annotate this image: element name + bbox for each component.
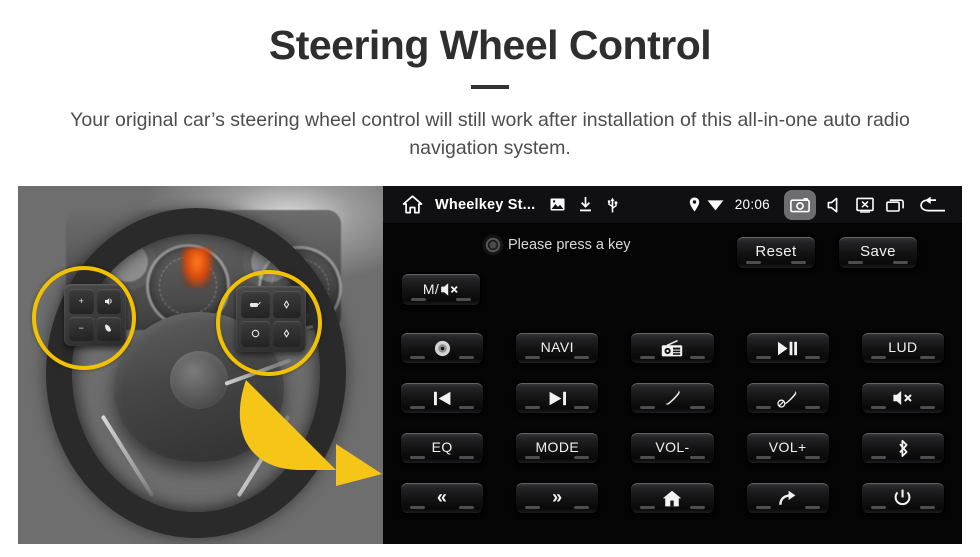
navi-key[interactable]: NAVI bbox=[515, 332, 600, 364]
navi-label: NAVI bbox=[540, 339, 574, 355]
next-key[interactable] bbox=[515, 382, 600, 414]
mute-key[interactable] bbox=[860, 382, 945, 414]
reset-label: Reset bbox=[755, 243, 797, 260]
bluetooth-icon bbox=[896, 439, 910, 458]
page-root: Steering Wheel Control Your original car… bbox=[0, 0, 980, 557]
page-subtitle: Your original car’s steering wheel contr… bbox=[70, 109, 910, 159]
volume-down-key[interactable]: VOL- bbox=[630, 432, 715, 464]
download-icon bbox=[576, 186, 594, 224]
phone-icon bbox=[663, 389, 682, 408]
page-title: Steering Wheel Control bbox=[268, 22, 712, 68]
title-divider bbox=[471, 85, 509, 90]
right-control-pad-highlight bbox=[216, 270, 322, 376]
power-key[interactable] bbox=[860, 482, 945, 514]
return-key[interactable] bbox=[745, 482, 830, 514]
home-icon[interactable] bbox=[400, 186, 424, 224]
call-end-key[interactable] bbox=[745, 382, 830, 414]
recent-apps-icon[interactable] bbox=[880, 186, 910, 224]
status-bar-left: Wheelkey St... bbox=[383, 186, 621, 224]
power-icon bbox=[894, 489, 911, 507]
image-icon bbox=[547, 186, 567, 224]
phone-hangup-icon bbox=[777, 389, 798, 408]
prompt-label: Please press a key bbox=[508, 237, 631, 253]
seek-forward-key[interactable]: » bbox=[515, 482, 600, 514]
screenshot-icon[interactable] bbox=[784, 189, 816, 220]
radio-key[interactable] bbox=[630, 332, 715, 364]
disc-key[interactable] bbox=[400, 332, 485, 364]
steering-wheel-photo: + − bbox=[18, 186, 383, 544]
mode-label: MODE bbox=[535, 439, 580, 455]
mute-speaker-icon bbox=[440, 282, 459, 297]
master-mute-label: M/ bbox=[422, 280, 440, 297]
mode-key[interactable]: MODE bbox=[515, 432, 600, 464]
eq-label: EQ bbox=[431, 439, 453, 455]
disc-icon bbox=[434, 340, 451, 357]
radio-icon bbox=[661, 339, 683, 357]
seek-back-key[interactable]: « bbox=[400, 482, 485, 514]
press-key-prompt: Please press a key bbox=[484, 236, 631, 254]
app-title: Wheelkey St... bbox=[435, 196, 536, 213]
key-indicator-icon bbox=[484, 236, 502, 254]
bluetooth-key[interactable] bbox=[860, 432, 945, 464]
save-label: Save bbox=[860, 243, 896, 260]
previous-key[interactable] bbox=[400, 382, 485, 414]
lud-label: LUD bbox=[888, 339, 918, 355]
wifi-icon bbox=[705, 186, 727, 224]
eq-key[interactable]: EQ bbox=[400, 432, 485, 464]
home-icon bbox=[662, 490, 682, 507]
call-answer-key[interactable] bbox=[630, 382, 715, 414]
volume-up-label: VOL+ bbox=[768, 439, 807, 455]
play-pause-icon bbox=[777, 341, 798, 356]
status-bar: Wheelkey St... 20:06 bbox=[383, 186, 962, 224]
steering-wheel-rim bbox=[46, 208, 346, 538]
mute-speaker-icon bbox=[892, 390, 914, 406]
header: Steering Wheel Control Your original car… bbox=[0, 0, 980, 163]
return-arrow-icon bbox=[778, 490, 797, 507]
left-control-pad-highlight bbox=[32, 266, 136, 370]
usb-icon bbox=[603, 186, 621, 224]
play-pause-key[interactable] bbox=[745, 332, 830, 364]
volume-down-label: VOL- bbox=[655, 439, 690, 455]
location-pin-icon bbox=[685, 186, 705, 224]
key-grid: NAVI LUD EQ MODE VOL- VOL+ « » bbox=[400, 332, 945, 514]
save-button[interactable]: Save bbox=[838, 236, 918, 269]
status-bar-right: 20:06 bbox=[685, 186, 962, 224]
next-track-icon bbox=[548, 391, 567, 406]
seek-back-label: « bbox=[436, 486, 448, 507]
seek-forward-label: » bbox=[552, 486, 563, 507]
curved-arrow-right-icon bbox=[236, 378, 383, 488]
home-key[interactable] bbox=[630, 482, 715, 514]
lud-key[interactable]: LUD bbox=[860, 332, 945, 364]
volume-up-key[interactable]: VOL+ bbox=[745, 432, 830, 464]
back-icon[interactable] bbox=[910, 186, 954, 224]
status-clock: 20:06 bbox=[734, 197, 770, 212]
previous-track-icon bbox=[433, 391, 452, 406]
reset-button[interactable]: Reset bbox=[736, 236, 816, 269]
radio-head-unit: Wheelkey St... 20:06 Please press a key … bbox=[383, 186, 962, 544]
screen-off-icon[interactable] bbox=[850, 186, 880, 224]
master-mute-key[interactable]: M/ bbox=[401, 273, 481, 306]
media-row: + − Wheelkey St... 20:06 Please press a … bbox=[18, 186, 962, 544]
volume-icon[interactable] bbox=[820, 186, 850, 224]
